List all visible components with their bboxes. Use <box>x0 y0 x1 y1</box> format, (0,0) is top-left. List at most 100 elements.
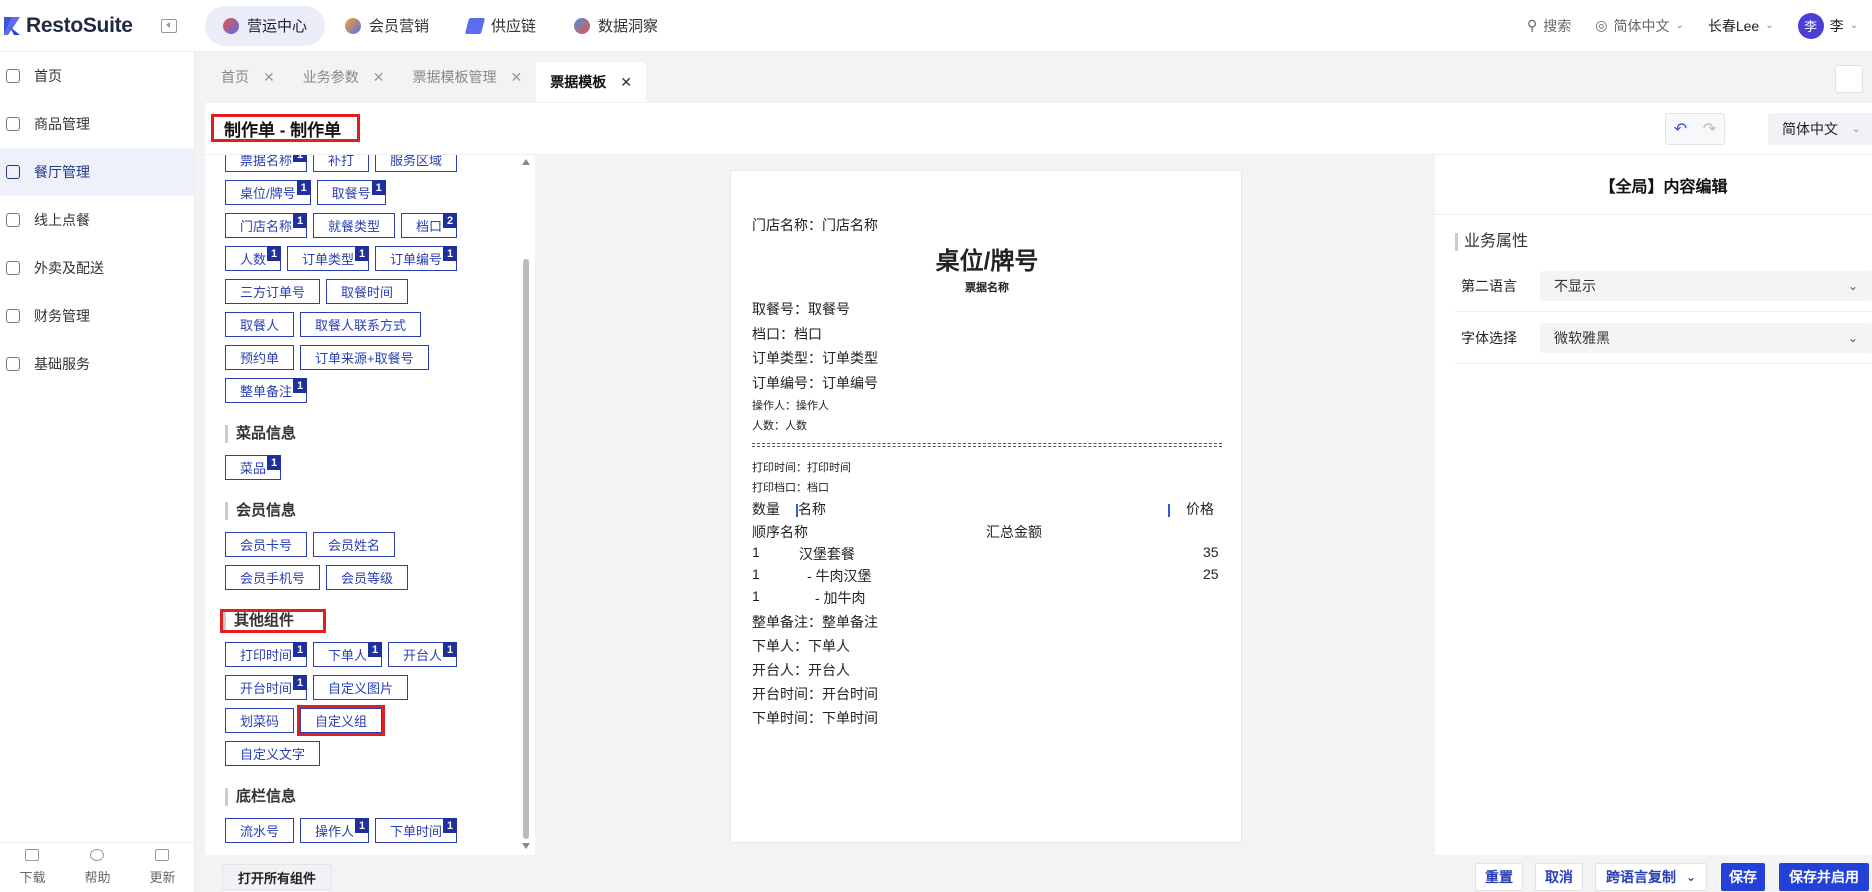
component-chip[interactable]: 取餐人 <box>225 312 295 337</box>
sidebar-item-basic-services[interactable]: 基础服务 <box>0 340 194 388</box>
receipt-opener[interactable]: 开台人：开台人 <box>752 660 850 680</box>
component-chip[interactable]: 订单来源+取餐号 <box>300 345 429 370</box>
open-all-components-button[interactable]: 打开所有组件 <box>222 864 333 890</box>
receipt-order-time[interactable]: 下单时间：下单时间 <box>752 708 878 728</box>
copy-label: 跨语言复制 <box>1605 869 1676 885</box>
logo[interactable]: RestoSuite <box>0 0 185 52</box>
component-chip[interactable]: 操作人 1 <box>300 818 370 843</box>
component-chip[interactable]: 会员姓名 <box>313 532 396 557</box>
component-chip[interactable]: 预约单 <box>225 345 295 370</box>
receipt-remark[interactable]: 整单备注：整单备注 <box>752 612 878 632</box>
collapse-sidebar-icon[interactable] <box>160 18 177 33</box>
component-chip[interactable]: 取餐人联系方式 <box>300 312 422 337</box>
language-switcher[interactable]: ◎ 简体中文 ⌄ <box>1595 16 1684 36</box>
sidebar-item-home[interactable]: 首页 <box>0 52 194 100</box>
reset-button[interactable]: 重置 <box>1475 863 1523 891</box>
user-menu[interactable]: 李 李 ⌄ <box>1797 12 1858 39</box>
cross-language-copy-button[interactable]: 跨语言复制 ⌄ <box>1595 863 1707 891</box>
sidebar-item-products[interactable]: 商品管理 <box>0 100 194 148</box>
receipt-print-time[interactable]: 打印时间：打印时间 <box>752 459 851 475</box>
receipt-orderer[interactable]: 下单人：下单人 <box>752 636 850 656</box>
receipt-pickup-number[interactable]: 取餐号：取餐号 <box>752 299 850 319</box>
save-button[interactable]: 保存 <box>1721 863 1765 891</box>
component-chip[interactable]: 下单时间 1 <box>375 818 458 843</box>
component-chip[interactable]: 整单备注 1 <box>225 378 308 403</box>
section-title-member: 会员信息 <box>225 502 525 520</box>
cancel-button[interactable]: 取消 <box>1535 863 1583 891</box>
chip-label: 取餐号 <box>331 186 371 201</box>
font-select[interactable]: 微软雅黑 ⌄ <box>1540 322 1872 353</box>
tab-template-management[interactable]: 票据模板管理 ✕ <box>398 60 536 94</box>
component-chip[interactable]: 门店名称 1 <box>225 213 308 238</box>
sidebar-item-delivery[interactable]: 外卖及配送 <box>0 244 194 292</box>
receipt-order-type[interactable]: 订单类型：订单类型 <box>752 348 878 368</box>
component-chip[interactable]: 取餐号 1 <box>316 180 386 205</box>
receipt-col-name: 名称 <box>798 501 826 517</box>
home-tab-button[interactable] <box>1835 65 1863 93</box>
receipt-store[interactable]: 门店名称：门店名称 <box>752 215 878 235</box>
component-chip[interactable]: 会员等级 <box>326 565 409 590</box>
component-chip[interactable]: 桌位/牌号 1 <box>225 180 311 205</box>
component-chip[interactable]: 会员手机号 <box>225 565 321 590</box>
close-icon[interactable]: ✕ <box>263 69 275 86</box>
receipt-ticket-name[interactable]: 票据名称 <box>731 279 1243 295</box>
component-chip[interactable]: 三方订单号 <box>225 279 321 304</box>
tab-business-params[interactable]: 业务参数 ✕ <box>289 60 399 94</box>
component-chip[interactable]: 就餐类型 <box>313 213 396 238</box>
component-chip[interactable]: 取餐时间 <box>326 279 409 304</box>
sidebar-item-finance[interactable]: 财务管理 <box>0 292 194 340</box>
close-icon[interactable]: ✕ <box>620 74 632 91</box>
receipt-operator[interactable]: 操作人：操作人 <box>752 397 829 413</box>
restosuite-logo-icon <box>4 16 20 35</box>
component-chip[interactable]: 补打 <box>313 155 370 172</box>
component-chip[interactable]: 自定义文字 <box>225 741 321 766</box>
download-button[interactable]: 下载 <box>19 849 46 886</box>
second-language-select[interactable]: 不显示 ⌄ <box>1540 270 1872 301</box>
component-chip[interactable]: 票据名称1 <box>225 155 308 172</box>
receipt-people[interactable]: 人数：人数 <box>752 417 807 433</box>
component-chip[interactable]: 会员卡号 <box>225 532 308 557</box>
tab-ticket-template[interactable]: 票据模板 ✕ <box>536 62 646 102</box>
component-chip[interactable]: 档口 2 <box>401 213 458 238</box>
close-icon[interactable]: ✕ <box>510 69 522 86</box>
template-language-select[interactable]: 简体中文 ⌄ <box>1768 113 1872 145</box>
scroll-down-icon[interactable] <box>522 843 530 849</box>
undo-icon[interactable]: ↶ <box>1666 114 1695 144</box>
sidebar-item-restaurant[interactable]: 餐厅管理 <box>0 148 194 196</box>
component-chip[interactable]: 自定义图片 <box>313 675 409 700</box>
component-chip[interactable]: 自定义组 <box>297 705 386 736</box>
sidebar-item-online-order[interactable]: 线上点餐 <box>0 196 194 244</box>
scroll-thumb[interactable] <box>523 259 529 839</box>
search-button[interactable]: ⚲ 搜索 <box>1527 16 1571 36</box>
column-resize-handle[interactable] <box>1168 503 1170 517</box>
component-scrollbar[interactable] <box>522 159 530 849</box>
store-switcher[interactable]: 长春Lee ⌄ <box>1708 16 1774 36</box>
component-chip[interactable]: 流水号 <box>225 818 295 843</box>
nav-supply-chain[interactable]: 供应链 <box>449 6 554 46</box>
tab-home[interactable]: 首页 ✕ <box>207 60 289 94</box>
component-chip[interactable]: 菜品 1 <box>225 455 282 480</box>
component-chip[interactable]: 订单类型 1 <box>287 246 370 271</box>
receipt-print-stall[interactable]: 打印档口：档口 <box>752 479 829 495</box>
help-button[interactable]: 帮助 <box>84 849 111 886</box>
receipt-stall[interactable]: 档口：档口 <box>752 324 822 344</box>
nav-data-insights[interactable]: 数据洞察 <box>556 6 676 46</box>
component-chip[interactable]: 开台时间 1 <box>225 675 308 700</box>
component-chip[interactable]: 服务区域 <box>375 155 458 172</box>
component-chip[interactable]: 打印时间 1 <box>225 642 308 667</box>
receipt-order-number[interactable]: 订单编号：订单编号 <box>752 373 878 393</box>
receipt-open-time[interactable]: 开台时间：开台时间 <box>752 684 878 704</box>
save-and-enable-button[interactable]: 保存并启用 <box>1779 863 1869 891</box>
component-chip[interactable]: 下单人 1 <box>313 642 383 667</box>
component-chip[interactable]: 开台人 1 <box>388 642 458 667</box>
update-button[interactable]: 更新 <box>149 849 176 886</box>
component-chip[interactable]: 人数 1 <box>225 246 282 271</box>
component-chip[interactable]: 划菜码 <box>225 708 295 733</box>
nav-operations[interactable]: 营运中心 <box>205 5 326 46</box>
close-icon[interactable]: ✕ <box>373 69 385 86</box>
redo-icon[interactable]: ↷ <box>1695 114 1724 144</box>
nav-member-marketing[interactable]: 会员营销 <box>327 6 447 46</box>
component-chip[interactable]: 订单编号 1 <box>375 246 458 271</box>
scroll-up-icon[interactable] <box>522 159 530 165</box>
receipt-table-number[interactable]: 桌位/牌号 <box>731 241 1243 276</box>
